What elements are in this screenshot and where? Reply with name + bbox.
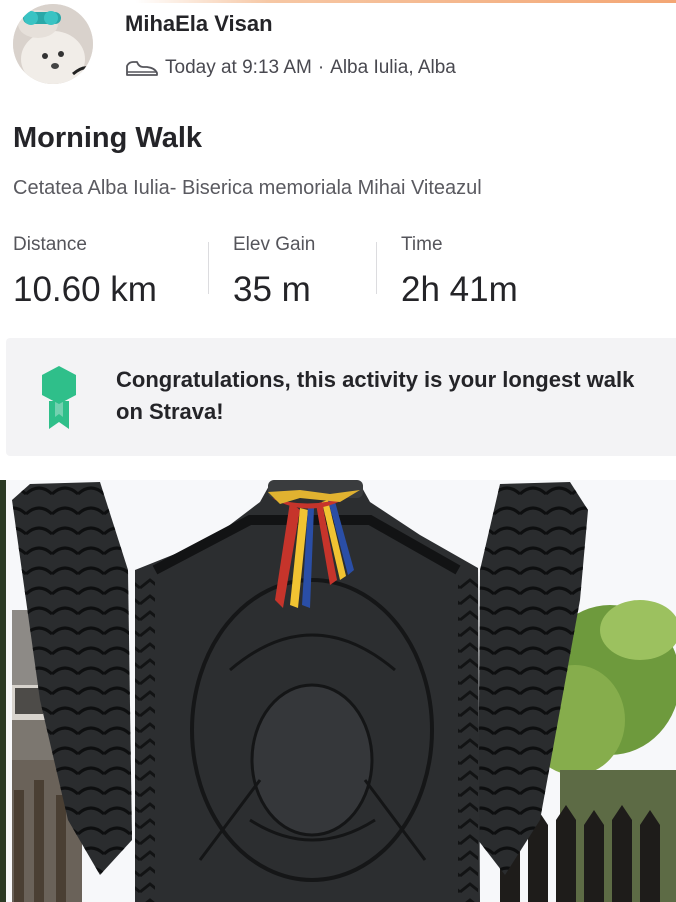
activity-photo[interactable] — [0, 480, 676, 902]
meta-separator: · — [317, 57, 325, 78]
athlete-name[interactable]: MihaEla Visan — [125, 11, 273, 37]
activity-meta: Today at 9:13 AM · Alba Iulia, Alba — [125, 55, 456, 81]
activity-timestamp: Today at 9:13 AM — [165, 57, 312, 78]
stat-label: Time — [401, 234, 443, 255]
stat-label: Distance — [13, 234, 87, 255]
achievement-text: Congratulations, this activity is your l… — [116, 367, 635, 424]
activity-description: Cetatea Alba Iulia- Biserica memoriala M… — [13, 177, 482, 199]
avatar[interactable] — [13, 4, 93, 84]
achievement-badge-icon — [39, 365, 79, 431]
top-accent-bar — [0, 0, 676, 3]
activity-title[interactable]: Morning Walk — [13, 122, 202, 155]
activity-location: Alba Iulia, Alba — [330, 57, 456, 78]
activity-stats: Distance 10.60 km Elev Gain 35 m Time 2h… — [13, 234, 581, 310]
stat-distance: Distance 10.60 km — [13, 234, 208, 310]
carved-wooden-gate-photo — [0, 480, 676, 902]
avatar-image — [13, 4, 93, 84]
stat-value: 10.60 km — [13, 270, 157, 309]
stat-label: Elev Gain — [233, 234, 316, 255]
stat-time: Time 2h 41m — [376, 234, 581, 310]
shoe-icon — [125, 58, 159, 78]
stat-value: 2h 41m — [401, 270, 518, 309]
achievement-banner[interactable]: Congratulations, this activity is your l… — [6, 338, 676, 456]
activity-feed-card: MihaEla Visan Today at 9:13 AM · Alba Iu… — [0, 0, 676, 902]
stat-value: 35 m — [233, 270, 311, 309]
stat-divider — [208, 242, 209, 294]
stat-elev-gain: Elev Gain 35 m — [208, 234, 376, 310]
stat-divider — [376, 242, 377, 294]
